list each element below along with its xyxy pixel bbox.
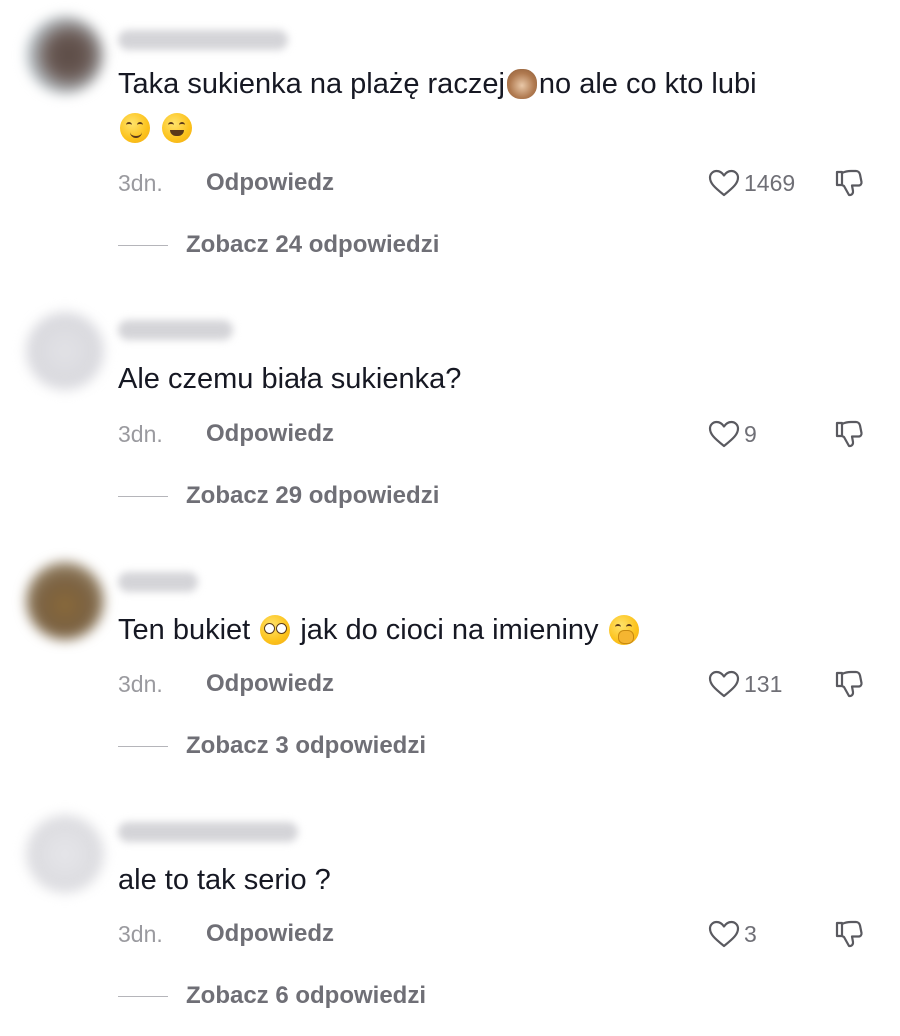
comment-text-part: ale to tak serio ?	[118, 864, 331, 896]
username-blurred[interactable]	[118, 822, 298, 842]
reply-button[interactable]: Odpowiedz	[206, 419, 334, 449]
comment-meta: 3dn. Odpowiedz 3	[118, 919, 868, 949]
heart-icon	[708, 169, 740, 197]
dislike-button[interactable]	[832, 919, 866, 949]
replies-divider	[118, 245, 168, 246]
comment-text: Ale czemu biała sukienka?	[118, 357, 858, 401]
comment-text-part: Taka sukienka na plażę raczej	[118, 68, 505, 100]
timestamp: 3dn.	[118, 671, 163, 697]
like-button[interactable]: 1469	[708, 168, 795, 198]
view-replies-label: Zobacz 6 odpowiedzi	[186, 982, 427, 1009]
dislike-button[interactable]	[832, 168, 866, 198]
replies-divider	[118, 746, 168, 747]
replies-divider	[118, 496, 168, 497]
dislike-button[interactable]	[832, 419, 866, 449]
view-replies-label: Zobacz 3 odpowiedzi	[186, 732, 427, 759]
like-count: 131	[744, 671, 783, 697]
thumbs-down-icon	[835, 920, 863, 948]
comment-text-part: no ale co kto lubi	[538, 68, 757, 100]
like-button[interactable]: 3	[708, 919, 757, 949]
avatar[interactable]	[26, 562, 104, 640]
username-blurred[interactable]	[118, 572, 198, 592]
replies-divider	[118, 996, 168, 997]
like-count: 3	[744, 921, 757, 947]
like-button[interactable]: 131	[708, 669, 782, 699]
avatar[interactable]	[26, 312, 104, 390]
comment-text-part: Ale czemu biała sukienka?	[118, 363, 462, 395]
smirking-face-icon	[120, 113, 150, 143]
dislike-button[interactable]	[832, 669, 866, 699]
comment-text: ale to tak serio ?	[118, 858, 858, 902]
reply-button[interactable]: Odpowiedz	[206, 669, 334, 699]
like-count: 1469	[744, 170, 796, 196]
heart-icon	[708, 670, 740, 698]
see-no-evil-monkey-icon	[506, 69, 537, 99]
reply-button[interactable]: Odpowiedz	[206, 168, 334, 198]
comment-meta: 3dn. Odpowiedz 1469	[118, 168, 868, 198]
thumbs-down-icon	[835, 169, 863, 197]
like-button[interactable]: 9	[708, 419, 757, 449]
grinning-face-icon	[162, 113, 193, 143]
heart-icon	[708, 420, 740, 448]
avatar[interactable]	[26, 815, 104, 893]
heart-icon	[708, 920, 740, 948]
timestamp: 3dn.	[118, 421, 163, 447]
comment-text: Taka sukienka na plażę raczej no ale co k…	[118, 62, 858, 150]
comment-meta: 3dn. Odpowiedz 9	[118, 419, 868, 449]
flushed-face-icon	[260, 615, 291, 645]
username-blurred[interactable]	[118, 320, 233, 340]
face-with-hand-over-mouth-icon	[608, 615, 639, 645]
like-count: 9	[744, 421, 757, 447]
reply-button[interactable]: Odpowiedz	[206, 919, 334, 949]
avatar[interactable]	[26, 16, 104, 94]
comment-text: Ten bukiet jak do cioci na imieniny	[118, 608, 858, 652]
view-replies-label: Zobacz 24 odpowiedzi	[186, 231, 440, 258]
comment-text-part: Ten bukiet	[118, 614, 251, 646]
view-replies-label: Zobacz 29 odpowiedzi	[186, 482, 440, 509]
comment-meta: 3dn. Odpowiedz 131	[118, 669, 868, 699]
timestamp: 3dn.	[118, 921, 163, 947]
thumbs-down-icon	[835, 670, 863, 698]
thumbs-down-icon	[835, 420, 863, 448]
timestamp: 3dn.	[118, 170, 163, 196]
username-blurred[interactable]	[118, 30, 288, 50]
comment-text-part: jak do cioci na imieniny	[300, 614, 599, 646]
